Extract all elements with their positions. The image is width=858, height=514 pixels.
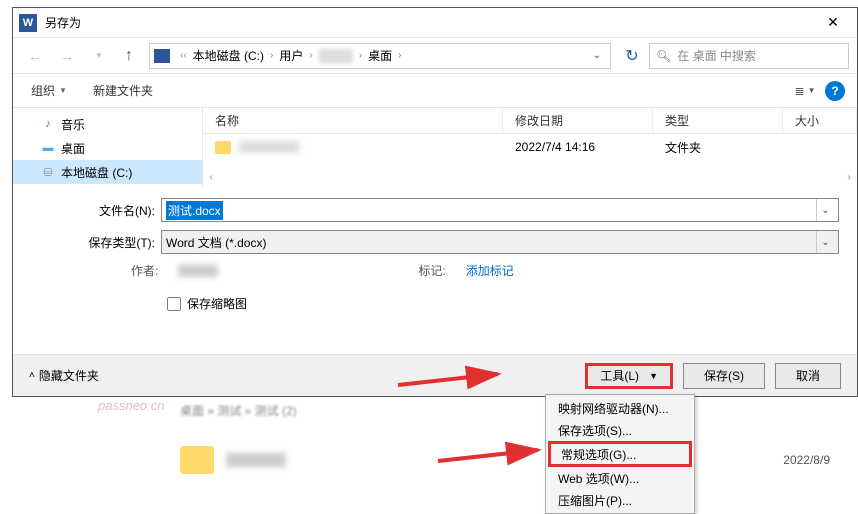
horizontal-scrollbar[interactable]: ‹ ›: [203, 172, 857, 188]
drive-icon: [154, 49, 170, 63]
menu-web-options[interactable]: Web 选项(W)...: [548, 467, 692, 489]
disk-icon: ⛁: [41, 165, 55, 179]
menu-general-options[interactable]: 常规选项(G)...: [548, 441, 692, 467]
column-name[interactable]: 名称: [203, 108, 503, 133]
menu-map-network-drive[interactable]: 映射网络驱动器(N)...: [548, 397, 692, 419]
new-folder-button[interactable]: 新建文件夹: [87, 78, 159, 103]
column-size[interactable]: 大小: [783, 108, 857, 133]
toolbar: 组织 ▼ 新建文件夹 ≣ ▼ ?: [13, 74, 857, 108]
cancel-button[interactable]: 取消: [775, 363, 841, 389]
search-placeholder: 在 桌面 中搜索: [677, 47, 756, 64]
breadcrumb-desktop[interactable]: 桌面: [368, 47, 392, 64]
annotation-arrow-2: [438, 436, 548, 471]
filetype-dropdown[interactable]: ⌄: [816, 231, 834, 253]
nav-recent-dropdown[interactable]: ▾: [85, 42, 113, 70]
file-list-header: 名称 修改日期 类型 大小: [203, 108, 857, 134]
filetype-label: 保存类型(T):: [31, 234, 161, 251]
column-type[interactable]: 类型: [653, 108, 783, 133]
scroll-right-icon[interactable]: ›: [841, 172, 857, 188]
scroll-left-icon[interactable]: ‹: [203, 172, 219, 188]
folder-icon: [215, 141, 231, 154]
nav-back-button[interactable]: ←: [21, 42, 49, 70]
music-icon: ♪: [41, 117, 55, 131]
author-value-blurred: [178, 265, 218, 277]
sidebar-item-local-disk[interactable]: ⛁ 本地磁盘 (C:): [13, 160, 202, 184]
file-row[interactable]: 2022/7/4 14:16 文件夹: [203, 134, 857, 160]
breadcrumb-user-blurred: ████: [319, 49, 353, 63]
view-mode-button[interactable]: ≣ ▼: [791, 80, 819, 102]
save-thumbnail-checkbox[interactable]: [167, 297, 181, 311]
file-row-type: 文件夹: [653, 139, 783, 156]
nav-forward-button[interactable]: →: [53, 42, 81, 70]
window-title: 另存为: [45, 14, 813, 31]
chevron-down-icon: ▼: [59, 86, 67, 95]
nav-up-button[interactable]: ↑: [117, 44, 141, 68]
navigation-bar: ← → ▾ ↑ ‹‹ 本地磁盘 (C:) › 用户 › ████ › 桌面 › …: [13, 38, 857, 74]
folder-icon: [180, 446, 214, 474]
filename-input[interactable]: 测试.docx ⌄: [161, 198, 839, 222]
word-app-icon: W: [19, 14, 37, 32]
search-box[interactable]: 🔍︎ 在 桌面 中搜索: [649, 43, 849, 69]
organize-button[interactable]: 组织 ▼: [25, 78, 73, 103]
refresh-button[interactable]: ↻: [619, 43, 645, 69]
annotation-arrow-1: [398, 360, 508, 395]
tools-dropdown-menu: 映射网络驱动器(N)... 保存选项(S)... 常规选项(G)... Web …: [545, 394, 695, 514]
tag-label: 标记:: [418, 262, 445, 279]
sidebar-tree: ♪ 音乐 ▬ 桌面 ⛁ 本地磁盘 (C:): [13, 108, 203, 188]
background-breadcrumb: 桌面 » 测试 » 测试 (2): [180, 397, 858, 423]
watermark: passneo.cn: [98, 398, 165, 413]
file-row-date: 2022/7/4 14:16: [503, 140, 653, 154]
tools-button[interactable]: 工具(L) ▼: [585, 363, 673, 389]
background-row-date: 2022/8/9: [783, 453, 830, 467]
sidebar-item-music[interactable]: ♪ 音乐: [13, 112, 202, 136]
breadcrumb-root[interactable]: 本地磁盘 (C:): [193, 47, 264, 64]
chevron-down-icon: ▼: [649, 371, 658, 381]
menu-compress-pictures[interactable]: 压缩图片(P)...: [548, 489, 692, 511]
add-tag-link[interactable]: 添加标记: [466, 262, 514, 279]
column-date[interactable]: 修改日期: [503, 108, 653, 133]
author-label: 作者:: [131, 262, 158, 279]
chevron-up-icon: ˄: [29, 370, 35, 381]
desktop-icon: ▬: [41, 141, 55, 155]
form-area: 文件名(N): 测试.docx ⌄ 保存类型(T): Word 文档 (*.do…: [13, 188, 857, 320]
filename-dropdown[interactable]: ⌄: [816, 199, 834, 221]
breadcrumb-dropdown[interactable]: ⌄: [588, 50, 606, 61]
close-button[interactable]: ✕: [813, 9, 853, 37]
save-button[interactable]: 保存(S): [683, 363, 765, 389]
hide-folders-link[interactable]: ˄ 隐藏文件夹: [29, 367, 99, 384]
sidebar-item-desktop[interactable]: ▬ 桌面: [13, 136, 202, 160]
search-icon: 🔍︎: [656, 49, 671, 63]
help-button[interactable]: ?: [825, 81, 845, 101]
breadcrumb-bar[interactable]: ‹‹ 本地磁盘 (C:) › 用户 › ████ › 桌面 › ⌄: [149, 43, 611, 69]
filename-label: 文件名(N):: [31, 202, 161, 219]
save-as-dialog: W 另存为 ✕ ← → ▾ ↑ ‹‹ 本地磁盘 (C:) › 用户 › ████…: [12, 7, 858, 397]
save-thumbnail-label: 保存缩略图: [187, 295, 247, 312]
titlebar: W 另存为 ✕: [13, 8, 857, 38]
menu-save-options[interactable]: 保存选项(S)...: [548, 419, 692, 441]
file-list: 名称 修改日期 类型 大小 2022/7/4 14:16 文件夹 ‹ ›: [203, 108, 857, 188]
folder-name-blurred: [239, 141, 299, 153]
breadcrumb-users[interactable]: 用户: [279, 47, 303, 64]
filetype-select[interactable]: Word 文档 (*.docx) ⌄: [161, 230, 839, 254]
